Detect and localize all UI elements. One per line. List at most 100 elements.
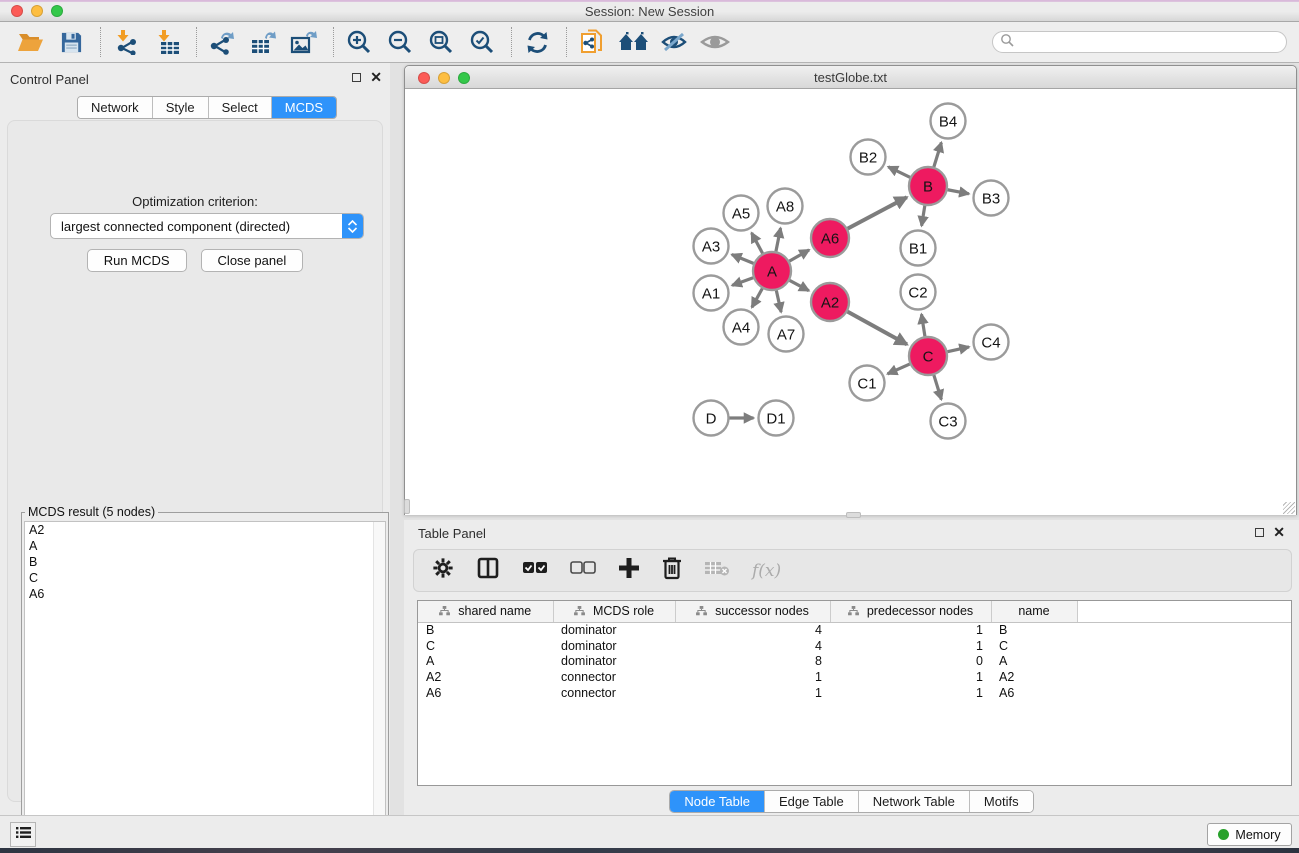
- tab-motifs[interactable]: Motifs: [970, 791, 1033, 812]
- tab-node-table[interactable]: Node Table: [670, 791, 765, 812]
- graph-node-A3[interactable]: A3: [694, 229, 729, 264]
- table-cell[interactable]: A6: [418, 685, 553, 701]
- mcds-result-item[interactable]: A2: [25, 522, 385, 538]
- table-cell[interactable]: B: [991, 622, 1077, 638]
- zoom-out-icon[interactable]: [384, 26, 416, 58]
- graph-edge-B-B3[interactable]: [948, 190, 969, 194]
- graph-node-A8[interactable]: A8: [768, 189, 803, 224]
- tab-select[interactable]: Select: [209, 97, 272, 118]
- table-cell[interactable]: A: [991, 654, 1077, 670]
- graph-edge-C-C2[interactable]: [921, 314, 924, 336]
- table-cell[interactable]: dominator: [553, 638, 675, 654]
- table-cell[interactable]: A: [418, 654, 553, 670]
- mcds-result-item[interactable]: C: [25, 570, 385, 586]
- save-session-icon[interactable]: [55, 26, 87, 58]
- select-all-icon[interactable]: [522, 561, 548, 580]
- graph-edge-B-B4[interactable]: [934, 143, 942, 167]
- close-panel-icon[interactable]: ✕: [370, 72, 382, 82]
- zoom-in-icon[interactable]: [343, 26, 375, 58]
- search-field[interactable]: [992, 31, 1287, 53]
- home-icon[interactable]: [617, 26, 649, 58]
- graph-node-B2[interactable]: B2: [851, 140, 886, 175]
- table-cell[interactable]: 1: [675, 669, 830, 685]
- deselect-all-icon[interactable]: [570, 561, 596, 580]
- splitter-knob[interactable]: [404, 499, 410, 514]
- table-cell[interactable]: 1: [675, 685, 830, 701]
- export-network-icon[interactable]: [206, 26, 238, 58]
- graph-node-C2[interactable]: C2: [901, 275, 936, 310]
- zoom-selected-icon[interactable]: [466, 26, 498, 58]
- memory-button[interactable]: Memory: [1207, 823, 1292, 846]
- graph-node-C4[interactable]: C4: [974, 325, 1009, 360]
- graph-edge-A-A2[interactable]: [790, 280, 809, 290]
- column-header[interactable]: shared name: [418, 601, 553, 622]
- import-table-icon[interactable]: [151, 26, 183, 58]
- table-cell[interactable]: B: [418, 622, 553, 638]
- network-canvas[interactable]: AA6A2BCA5A8A3A1A4A7B2B4B3B1C2C4C1C3DD1: [405, 89, 1296, 515]
- export-table-icon[interactable]: [247, 26, 279, 58]
- tab-style[interactable]: Style: [153, 97, 209, 118]
- graph-node-A4[interactable]: A4: [724, 310, 759, 345]
- export-image-icon[interactable]: [288, 26, 320, 58]
- graph-node-D[interactable]: D: [694, 401, 729, 436]
- graph-node-B3[interactable]: B3: [974, 181, 1009, 216]
- column-header[interactable]: predecessor nodes: [830, 601, 991, 622]
- import-network-icon[interactable]: [110, 26, 142, 58]
- add-column-icon[interactable]: [618, 557, 640, 584]
- search-input[interactable]: [1014, 35, 1286, 49]
- delete-column-icon[interactable]: [662, 556, 682, 585]
- duplicate-network-icon[interactable]: [576, 26, 608, 58]
- graph-edge-B-B2[interactable]: [888, 167, 910, 178]
- graph-node-D1[interactable]: D1: [759, 401, 794, 436]
- table-cell[interactable]: connector: [553, 669, 675, 685]
- tab-mcds[interactable]: MCDS: [272, 97, 336, 118]
- float-panel-icon[interactable]: [352, 73, 361, 82]
- graph-edge-C-C1[interactable]: [888, 364, 910, 374]
- table-row[interactable]: Bdominator41B: [418, 622, 1291, 638]
- run-mcds-button[interactable]: Run MCDS: [87, 249, 187, 272]
- show-graphics-details-icon[interactable]: [699, 26, 731, 58]
- tab-network-table[interactable]: Network Table: [859, 791, 970, 812]
- mcds-result-item[interactable]: A: [25, 538, 385, 554]
- graph-edge-A2-C[interactable]: [848, 312, 907, 345]
- table-cell[interactable]: 1: [830, 638, 991, 654]
- splitter-knob[interactable]: [846, 512, 861, 518]
- tab-edge-table[interactable]: Edge Table: [765, 791, 859, 812]
- table-row[interactable]: Cdominator41C: [418, 638, 1291, 654]
- zoom-fit-icon[interactable]: [425, 26, 457, 58]
- graph-node-A1[interactable]: A1: [694, 276, 729, 311]
- table-cell[interactable]: 4: [675, 638, 830, 654]
- graph-node-B4[interactable]: B4: [931, 104, 966, 139]
- graph-edge-C-C4[interactable]: [948, 347, 970, 352]
- graph-node-C[interactable]: C: [909, 337, 947, 375]
- graph-node-A[interactable]: A: [753, 252, 791, 290]
- table-cell[interactable]: C: [991, 638, 1077, 654]
- node-table[interactable]: shared nameMCDS rolesuccessor nodesprede…: [417, 600, 1292, 786]
- result-scrollbar[interactable]: [373, 522, 385, 840]
- table-cell[interactable]: 1: [830, 669, 991, 685]
- table-cell[interactable]: 0: [830, 654, 991, 670]
- graph-edge-A6-B[interactable]: [848, 197, 907, 228]
- mcds-result-item[interactable]: B: [25, 554, 385, 570]
- graph-node-A7[interactable]: A7: [769, 317, 804, 352]
- graph-edge-B-B1[interactable]: [922, 206, 925, 226]
- open-session-icon[interactable]: [14, 26, 46, 58]
- table-cell[interactable]: A6: [991, 685, 1077, 701]
- graph-edge-A-A7[interactable]: [776, 291, 781, 313]
- table-cell[interactable]: 1: [830, 622, 991, 638]
- close-table-panel-icon[interactable]: ✕: [1273, 527, 1285, 537]
- settings-gear-icon[interactable]: [432, 557, 454, 584]
- hide-graphics-details-icon[interactable]: [658, 26, 690, 58]
- tab-network[interactable]: Network: [78, 97, 153, 118]
- criterion-dropdown[interactable]: largest connected component (directed): [50, 213, 364, 239]
- table-cell[interactable]: dominator: [553, 622, 675, 638]
- graph-node-A5[interactable]: A5: [724, 196, 759, 231]
- task-history-button[interactable]: [10, 822, 36, 847]
- graph-edge-C-C3[interactable]: [934, 375, 942, 399]
- graph-node-C1[interactable]: C1: [850, 366, 885, 401]
- resize-grip-icon[interactable]: [1283, 502, 1295, 514]
- table-cell[interactable]: A2: [991, 669, 1077, 685]
- graph-edge-A-A6[interactable]: [789, 250, 809, 261]
- graph-edge-A-A5[interactable]: [752, 233, 763, 254]
- graph-node-B1[interactable]: B1: [901, 231, 936, 266]
